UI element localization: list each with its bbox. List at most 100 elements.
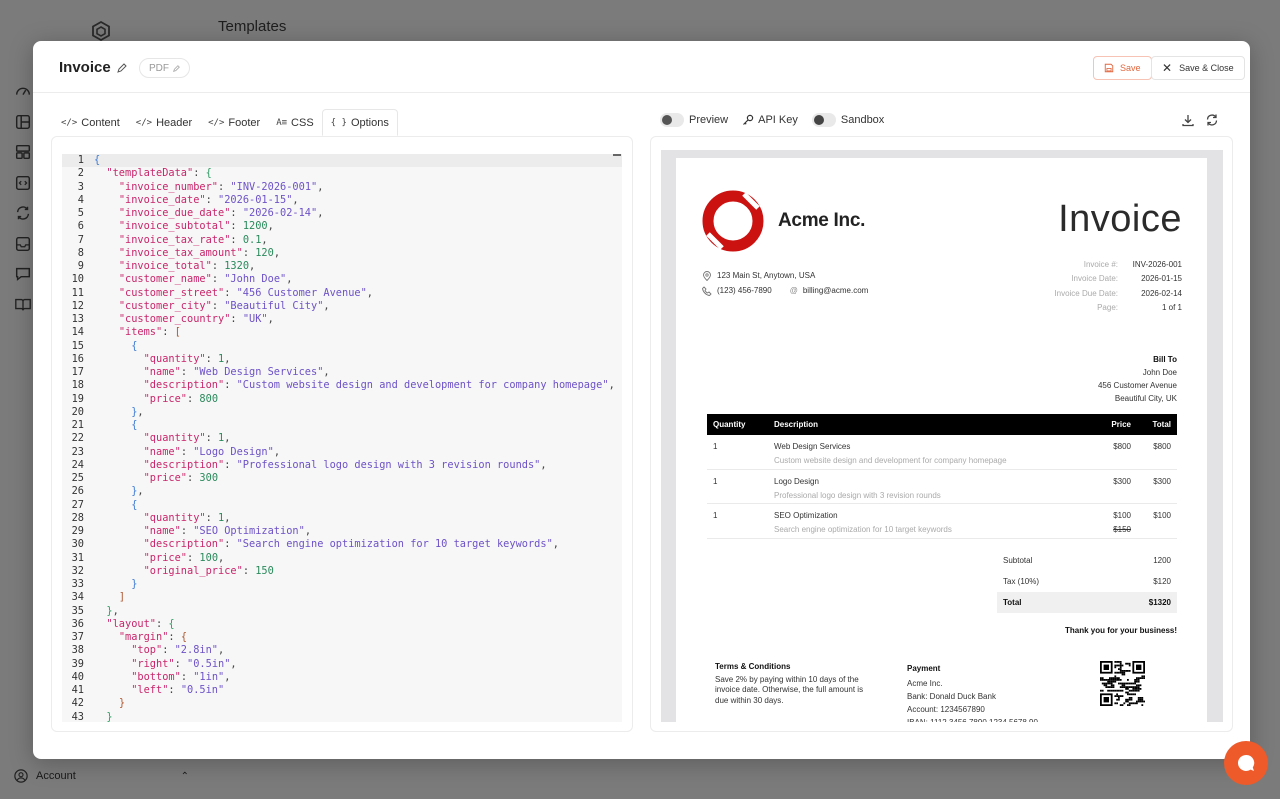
payment-line: Bank: Donald Duck Bank <box>907 692 996 701</box>
download-icon[interactable] <box>1181 113 1195 127</box>
item-price: $300 <box>1113 476 1131 486</box>
save-button-label: Save <box>1120 63 1141 73</box>
code-text: "price": 100, <box>143 551 225 564</box>
meta-label: Invoice #: <box>1083 259 1118 269</box>
terms-text: Save 2% by paying within 10 days of the … <box>715 674 864 705</box>
sandbox-toggle[interactable]: Sandbox <box>811 113 884 127</box>
chat-icon[interactable] <box>14 265 32 283</box>
code-text: "price": 800 <box>143 392 219 405</box>
line-number: 41 <box>71 684 84 696</box>
line-number: 19 <box>71 392 84 405</box>
book-icon[interactable] <box>14 296 32 314</box>
line-number: 24 <box>71 458 84 471</box>
line-number: 35 <box>71 604 84 617</box>
line-number: 9 <box>77 260 84 272</box>
inbox-icon[interactable] <box>14 235 32 253</box>
code-text: "customer_city": "Beautiful City", <box>118 299 330 312</box>
company-address: 123 Main St, Anytown, USA <box>717 271 816 280</box>
code-line: 21 { <box>62 419 622 432</box>
code-text: }, <box>106 604 119 617</box>
json-code-editor[interactable]: 1{2 "templateData": {3 "invoice_number":… <box>62 154 622 722</box>
tab-content[interactable]: </> Content <box>53 109 128 136</box>
gauge-icon[interactable] <box>14 82 32 100</box>
code-line: 35 }, <box>62 605 622 618</box>
thank-you-note: Thank you for your business! <box>1064 626 1177 635</box>
item-quantity: 1 <box>713 442 718 451</box>
css-icon: A≡ <box>276 117 288 128</box>
code-line: 17 "name": "Web Design Services", <box>62 366 622 379</box>
payment-section: Payment Acme Inc. Bank: Donald Duck Bank A… <box>907 662 1038 722</box>
code-text: "invoice_total": 1320, <box>118 260 256 272</box>
totals-row: Total $1320 <box>997 592 1177 613</box>
line-number: 34 <box>71 591 84 604</box>
code-text: "invoice_tax_rate": 0.1, <box>118 233 268 246</box>
code-line: 9 "invoice_total": 1320, <box>62 260 622 273</box>
templates-icon[interactable] <box>14 143 32 161</box>
totals-label: Total <box>1003 598 1022 607</box>
code-line: 36 "layout": { <box>62 618 622 631</box>
line-number: 12 <box>71 299 84 312</box>
line-number: 3 <box>77 180 84 193</box>
layout-icon[interactable] <box>14 113 32 131</box>
code-line: 23 "name": "Logo Design", <box>62 446 622 459</box>
minimize-icon[interactable] <box>613 154 621 156</box>
table-row: 1 Logo Design Professional logo design wit… <box>707 470 1177 504</box>
preview-toggle[interactable]: Preview <box>660 113 728 127</box>
save-close-button[interactable]: ✕ Save & Close <box>1151 56 1245 80</box>
meta-label: Page: <box>1097 303 1118 313</box>
customer-street: 456 Customer Avenue <box>1097 381 1177 390</box>
item-name: Logo Design <box>774 476 819 486</box>
code-text: "quantity": 1, <box>143 511 231 524</box>
totals-label: Subtotal <box>1003 556 1033 565</box>
tab-css[interactable]: A≡ CSS <box>268 109 321 136</box>
code-icon[interactable] <box>14 174 32 192</box>
column-header: Total <box>1152 420 1171 429</box>
line-number: 37 <box>71 631 84 643</box>
pdf-preview: Acme Inc. Invoice 123 Main St, Anytown, … <box>661 150 1223 722</box>
editor-panel: 1{2 "templateData": {3 "invoice_number":… <box>51 136 633 732</box>
code-text: "quantity": 1, <box>143 432 231 445</box>
line-number: 17 <box>71 366 84 378</box>
line-number: 38 <box>71 644 84 657</box>
template-title[interactable]: Invoice <box>59 59 127 76</box>
code-text: "name": "Web Design Services", <box>143 366 330 378</box>
refresh-icon[interactable] <box>14 204 32 222</box>
code-text: "right": "0.5in", <box>131 657 237 670</box>
toggle-switch[interactable] <box>660 113 684 127</box>
bill-to: Bill To John Doe 456 Customer Avenue Bea… <box>1098 353 1177 405</box>
code-line: 41 "left": "0.5in" <box>62 684 622 697</box>
meta-value: 2026-02-14 <box>1141 288 1182 298</box>
page-title: Templates <box>218 18 287 35</box>
code-line: 2 "templateData": { <box>62 167 622 180</box>
refresh-icon[interactable] <box>1205 113 1219 127</box>
toggle-switch[interactable] <box>811 113 836 127</box>
item-quantity: 1 <box>713 511 718 520</box>
api-key-button[interactable]: API Key <box>742 114 798 126</box>
tab-label: CSS <box>291 116 314 129</box>
code-text: "description": "Professional logo design… <box>143 458 547 471</box>
tab-footer[interactable]: </> Footer <box>200 109 268 136</box>
code-line: 28 "quantity": 1, <box>62 512 622 525</box>
tab-header[interactable]: </> Header <box>128 109 200 136</box>
totals-value: 1200 <box>1153 556 1171 565</box>
line-number: 43 <box>71 710 84 723</box>
code-text: "invoice_number": "INV-2026-001", <box>118 180 324 193</box>
preview-actions <box>1181 113 1219 127</box>
save-button[interactable]: Save <box>1093 56 1152 80</box>
code-text: "description": "Search engine optimizati… <box>143 538 559 551</box>
pencil-icon[interactable] <box>116 62 127 73</box>
line-number: 31 <box>71 551 84 564</box>
line-number: 10 <box>71 273 84 286</box>
line-number: 27 <box>71 498 84 511</box>
format-chip[interactable]: PDF <box>139 58 190 78</box>
tab-options[interactable]: { } Options <box>321 109 398 136</box>
code-text: { <box>131 498 138 511</box>
code-text: "quantity": 1, <box>143 352 231 365</box>
account-label: Account <box>36 770 76 782</box>
line-number: 14 <box>71 326 84 339</box>
company-email: billing@acme.com <box>802 286 869 295</box>
code-line: 12 "customer_city": "Beautiful City", <box>62 300 622 313</box>
line-number: 18 <box>71 379 84 392</box>
account-menu[interactable]: Account ⌃ <box>14 769 189 783</box>
chat-launcher-button[interactable] <box>1224 741 1268 785</box>
